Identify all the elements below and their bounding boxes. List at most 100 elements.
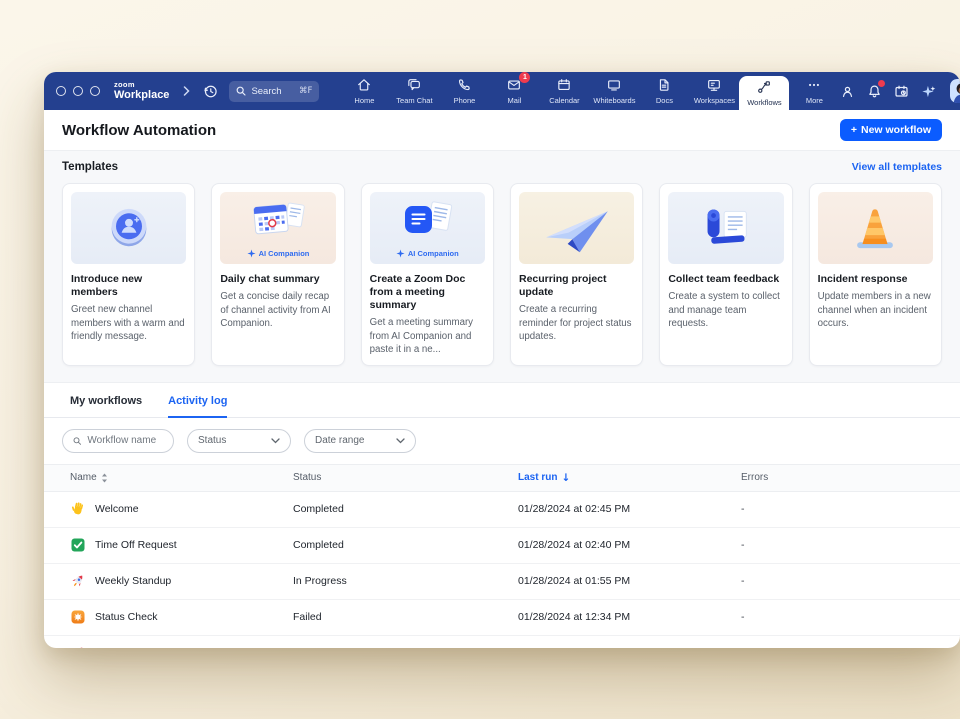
- table-row[interactable]: Time Off Request Completed 01/28/2024 at…: [44, 528, 960, 564]
- history-icon[interactable]: [202, 83, 219, 100]
- card-description: Greet new channel members with a warm an…: [71, 303, 186, 343]
- traffic-cone-illustration: [818, 192, 933, 264]
- filter-bar: Status Date range: [44, 418, 960, 464]
- more-icon: [806, 77, 822, 93]
- status-filter-dropdown[interactable]: Status: [187, 429, 291, 453]
- nav-workspaces[interactable]: Workspaces: [689, 72, 739, 110]
- page-title: Workflow Automation: [62, 122, 216, 139]
- nav-more[interactable]: More: [789, 72, 839, 110]
- nav-phone[interactable]: Phone: [439, 72, 489, 110]
- card-description: Get a concise daily recap of channel act…: [220, 290, 335, 330]
- member-badge-illustration: [71, 192, 186, 264]
- chevron-right-icon[interactable]: [183, 86, 190, 96]
- workflow-name: Time Off Request: [95, 539, 177, 551]
- workflows-icon: [756, 79, 772, 95]
- last-run-time: 01/28/2024 at 12:05 PM: [510, 647, 733, 648]
- nav-mail[interactable]: 1 Mail: [489, 72, 539, 110]
- paper-plane-illustration: [519, 192, 634, 264]
- calendar-icon: [556, 77, 572, 93]
- date-range-filter-dropdown[interactable]: Date range: [304, 429, 416, 453]
- team-chat-icon: [406, 77, 422, 93]
- notifications-bell-icon[interactable]: [866, 83, 883, 100]
- nav-team-chat[interactable]: Team Chat: [389, 72, 439, 110]
- chevron-down-icon: [396, 438, 405, 444]
- table-row[interactable]: Weekly Standup Timed out 01/28/2024 at 1…: [44, 636, 960, 649]
- view-all-templates-link[interactable]: View all templates: [852, 161, 942, 173]
- column-status[interactable]: Status: [285, 472, 510, 483]
- desktop-background: zoom Workplace Search ⌘F: [0, 0, 960, 719]
- sparkle-icon: [396, 249, 405, 258]
- last-run-time: 01/28/2024 at 02:45 PM: [510, 503, 733, 515]
- last-run-time: 01/28/2024 at 02:40 PM: [510, 539, 733, 551]
- workflow-status: In Progress: [285, 575, 510, 587]
- rocket-icon: [70, 573, 86, 589]
- table-row[interactable]: Welcome Completed 01/28/2024 at 02:45 PM…: [44, 492, 960, 528]
- phone-icon: [456, 77, 472, 93]
- template-card-introduce-new-members[interactable]: Introduce new members Greet new channel …: [62, 183, 195, 366]
- workflow-status: Completed: [285, 539, 510, 551]
- global-search-input[interactable]: Search ⌘F: [229, 81, 319, 102]
- template-card-daily-chat-summary[interactable]: AI Companion Daily chat summary Get a co…: [211, 183, 344, 366]
- whiteboards-icon: [606, 77, 622, 93]
- workflow-status: Failed: [285, 611, 510, 623]
- contacts-icon[interactable]: [839, 83, 856, 100]
- sort-desc-icon: ↓: [561, 472, 570, 484]
- last-run-time: 01/28/2024 at 01:55 PM: [510, 575, 733, 587]
- workflow-name-input[interactable]: [87, 435, 163, 446]
- nav-docs[interactable]: Docs: [639, 72, 689, 110]
- window-maximize-icon[interactable]: [90, 86, 100, 96]
- workflow-status: Completed: [285, 503, 510, 515]
- column-name[interactable]: Name: [62, 472, 285, 483]
- avatar[interactable]: [950, 79, 960, 103]
- template-card-collect-team-feedback[interactable]: Collect team feedback Create a system to…: [659, 183, 792, 366]
- nav-calendar[interactable]: Calendar: [539, 72, 589, 110]
- doc-illustration: AI Companion: [370, 192, 485, 264]
- sparkle-icon: [247, 249, 256, 258]
- template-card-zoom-doc-from-meeting-summary[interactable]: AI Companion Create a Zoom Doc from a me…: [361, 183, 494, 366]
- sort-icon: [101, 473, 108, 483]
- table-row[interactable]: Weekly Standup In Progress 01/28/2024 at…: [44, 564, 960, 600]
- template-card-incident-response[interactable]: Incident response Update members in a ne…: [809, 183, 942, 366]
- workflow-name: Weekly Standup: [95, 575, 171, 587]
- nav-home[interactable]: Home: [339, 72, 389, 110]
- window-close-icon[interactable]: [56, 86, 66, 96]
- workflow-status: Timed out: [285, 647, 510, 648]
- tab-my-workflows[interactable]: My workflows: [70, 395, 142, 417]
- workflow-name: Weekly Standup: [95, 647, 171, 648]
- workflow-name: Status Check: [95, 611, 157, 623]
- template-card-recurring-project-update[interactable]: Recurring project update Create a recurr…: [510, 183, 643, 366]
- card-title: Create a Zoom Doc from a meeting summary: [370, 273, 485, 312]
- nav-workflows[interactable]: Workflows: [739, 76, 789, 110]
- search-shortcut: ⌘F: [299, 86, 312, 96]
- card-title: Recurring project update: [519, 273, 634, 299]
- ai-companion-badge: AI Companion: [220, 249, 335, 258]
- activity-log-table: Name Status Last run ↓ Errors Welcome Co…: [44, 464, 960, 649]
- home-icon: [356, 77, 372, 93]
- docs-icon: [656, 77, 672, 93]
- workflow-tabs: My workflows Activity log: [44, 383, 960, 418]
- page-header: Workflow Automation + New workflow: [44, 110, 960, 150]
- schedule-icon[interactable]: [893, 83, 910, 100]
- column-errors[interactable]: Errors: [733, 472, 942, 483]
- search-icon: [73, 436, 81, 446]
- ai-companion-badge: AI Companion: [370, 249, 485, 258]
- ai-companion-icon[interactable]: [920, 83, 937, 100]
- window-controls[interactable]: [56, 86, 100, 96]
- tab-activity-log[interactable]: Activity log: [168, 395, 227, 418]
- workflow-name-filter[interactable]: [62, 429, 174, 453]
- card-title: Incident response: [818, 273, 933, 286]
- card-description: Create a system to collect and manage te…: [668, 290, 783, 330]
- topbar-right: [839, 72, 960, 110]
- window-minimize-icon[interactable]: [73, 86, 83, 96]
- last-run-time: 01/28/2024 at 12:34 PM: [510, 611, 733, 623]
- errors-value: -: [733, 503, 942, 515]
- column-last-run[interactable]: Last run ↓: [510, 472, 733, 484]
- card-title: Introduce new members: [71, 273, 186, 299]
- mail-icon: 1: [506, 77, 522, 93]
- new-workflow-button[interactable]: + New workflow: [840, 119, 942, 141]
- card-description: Create a recurring reminder for project …: [519, 303, 634, 343]
- zoom-workplace-logo: zoom Workplace: [114, 81, 169, 101]
- search-placeholder: Search: [251, 86, 281, 97]
- table-row[interactable]: Status Check Failed 01/28/2024 at 12:34 …: [44, 600, 960, 636]
- nav-whiteboards[interactable]: Whiteboards: [589, 72, 639, 110]
